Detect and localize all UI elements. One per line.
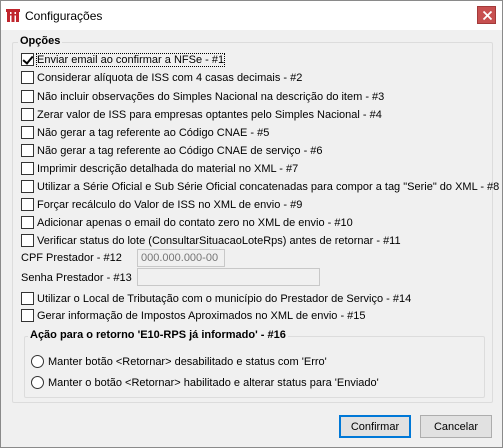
confirm-button[interactable]: Confirmar: [339, 415, 411, 438]
option-9-checkbox[interactable]: Forçar recálculo do Valor de ISS no XML …: [21, 197, 302, 212]
checkbox-box[interactable]: [21, 292, 34, 305]
checkbox-box[interactable]: [21, 108, 34, 121]
radio-circle[interactable]: [31, 376, 44, 389]
checkbox-box[interactable]: [21, 126, 34, 139]
option-9-label: Forçar recálculo do Valor de ISS no XML …: [37, 198, 303, 211]
checkbox-box[interactable]: [21, 144, 34, 157]
option-7-checkbox[interactable]: Imprimir descrição detalhada do material…: [21, 161, 298, 176]
app-logo-icon: [6, 8, 20, 22]
option-6-checkbox[interactable]: Não gerar a tag referente ao Código CNAE…: [21, 143, 323, 158]
checkbox-box[interactable]: [21, 234, 34, 247]
acao-radio-2-label: Manter o botão <Retornar> habilitado e a…: [48, 376, 379, 389]
checkbox-box[interactable]: [21, 71, 34, 84]
title-bar[interactable]: Configurações: [1, 1, 502, 30]
acao-radio-1[interactable]: Manter botão <Retornar> desabilitado e s…: [31, 354, 327, 369]
senha-input[interactable]: [137, 268, 320, 286]
option-11-label: Verificar status do lote (ConsultarSitua…: [37, 234, 401, 247]
option-4-label: Zerar valor de ISS para empresas optante…: [37, 108, 382, 121]
checkbox-box[interactable]: [21, 162, 34, 175]
option-5-label: Não gerar a tag referente ao Código CNAE…: [37, 126, 270, 139]
option-14-label: Utilizar o Local de Tributação com o mun…: [37, 292, 412, 305]
option-10-label: Adicionar apenas o email do contato zero…: [37, 216, 353, 229]
cpf-input[interactable]: [137, 249, 225, 267]
checkbox-box[interactable]: [21, 216, 34, 229]
option-14-checkbox[interactable]: Utilizar o Local de Tributação com o mun…: [21, 291, 411, 306]
option-7-label: Imprimir descrição detalhada do material…: [37, 162, 299, 175]
option-5-checkbox[interactable]: Não gerar a tag referente ao Código CNAE…: [21, 125, 269, 140]
checkbox-box[interactable]: [21, 198, 34, 211]
close-icon: [482, 10, 493, 21]
acao-group-label: Ação para o retorno 'E10-RPS já informad…: [28, 329, 288, 341]
option-2-label: Considerar alíquota de ISS com 4 casas d…: [37, 71, 303, 84]
cancel-button[interactable]: Cancelar: [420, 415, 492, 438]
option-3-checkbox[interactable]: Não incluir observações do Simples Nacio…: [21, 89, 384, 104]
cpf-label: CPF Prestador - #12: [21, 252, 122, 264]
checkbox-box[interactable]: [21, 180, 34, 193]
radio-circle[interactable]: [31, 355, 44, 368]
acao-radio-2[interactable]: Manter o botão <Retornar> habilitado e a…: [31, 375, 379, 390]
option-8-checkbox[interactable]: Utilizar a Série Oficial e Sub Série Ofi…: [21, 179, 499, 194]
senha-label: Senha Prestador - #13: [21, 272, 132, 284]
option-11-checkbox[interactable]: Verificar status do lote (ConsultarSitua…: [21, 233, 401, 248]
option-6-label: Não gerar a tag referente ao Código CNAE…: [37, 144, 323, 157]
checkbox-box[interactable]: [21, 53, 34, 66]
option-15-label: Gerar informação de Impostos Aproximados…: [37, 309, 366, 322]
option-4-checkbox[interactable]: Zerar valor de ISS para empresas optante…: [21, 107, 382, 122]
option-15-checkbox[interactable]: Gerar informação de Impostos Aproximados…: [21, 308, 366, 323]
option-3-label: Não incluir observações do Simples Nacio…: [37, 90, 385, 103]
acao-radio-1-label: Manter botão <Retornar> desabilitado e s…: [48, 355, 327, 368]
option-1-checkbox[interactable]: Enviar email ao confirmar a NFSe - #1: [21, 52, 226, 67]
close-button[interactable]: [477, 6, 496, 24]
option-10-checkbox[interactable]: Adicionar apenas o email do contato zero…: [21, 215, 353, 230]
window-title: Configurações: [25, 9, 103, 23]
option-8-label: Utilizar a Série Oficial e Sub Série Ofi…: [37, 180, 500, 193]
checkbox-box[interactable]: [21, 309, 34, 322]
checkbox-box[interactable]: [21, 90, 34, 103]
option-1-label: Enviar email ao confirmar a NFSe - #1: [35, 52, 226, 67]
options-group-label: Opções: [18, 35, 63, 47]
configuracoes-dialog: Configurações Opções Enviar email ao con…: [0, 0, 503, 448]
option-2-checkbox[interactable]: Considerar alíquota de ISS com 4 casas d…: [21, 70, 302, 85]
